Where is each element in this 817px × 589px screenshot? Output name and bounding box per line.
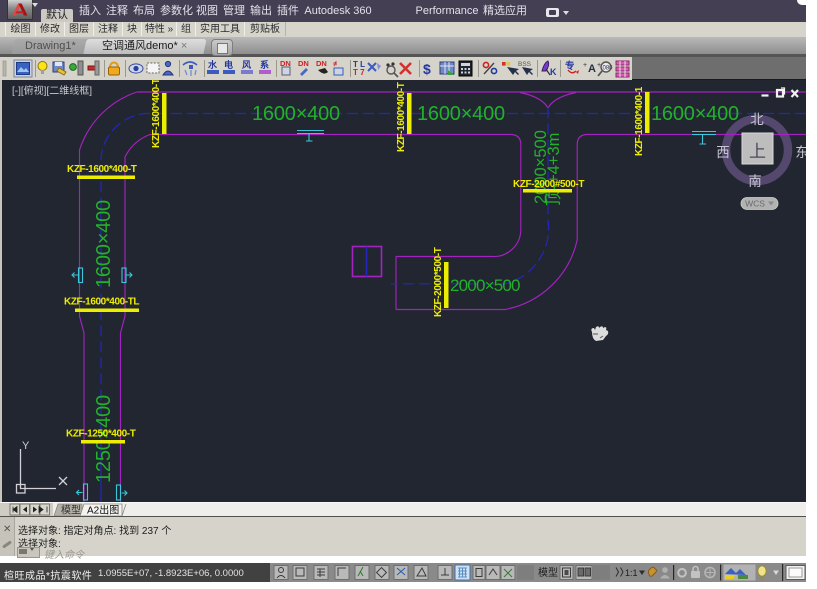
svg-text:K: K xyxy=(550,67,557,77)
svg-text:A: A xyxy=(588,63,596,75)
svg-text:+: + xyxy=(583,62,587,69)
svg-text:2000×500: 2000×500 xyxy=(450,276,520,295)
svg-text:Y: Y xyxy=(22,440,30,452)
svg-text:1:1: 1:1 xyxy=(625,568,638,578)
svg-text:KZF-1600*400-T: KZF-1600*400-T xyxy=(151,80,162,148)
svg-text:上: 上 xyxy=(749,142,766,161)
svg-text:≢: ≢ xyxy=(333,59,341,68)
svg-text:A2出图: A2出图 xyxy=(87,504,119,517)
svg-text:KZF-1600*400-TL: KZF-1600*400-TL xyxy=(64,297,139,308)
svg-text:KZF-1600*400-1: KZF-1600*400-1 xyxy=(634,86,645,156)
svg-text:模型: 模型 xyxy=(538,566,558,579)
svg-text:DN: DN xyxy=(316,59,327,68)
svg-text:1600×400: 1600×400 xyxy=(93,200,115,288)
svg-text:KZF-1600*400-T: KZF-1600*400-T xyxy=(396,82,407,152)
svg-text:T 7: T 7 xyxy=(353,68,365,77)
svg-text:080: 080 xyxy=(603,66,614,72)
svg-text:$: $ xyxy=(423,61,431,77)
svg-text:WCS: WCS xyxy=(745,199,765,209)
svg-text:KZF-2000*500-T: KZF-2000*500-T xyxy=(433,247,444,317)
svg-text:KZF-1600*400-T: KZF-1600*400-T xyxy=(67,164,137,175)
svg-text:1600×400: 1600×400 xyxy=(252,103,340,125)
svg-text:BSS: BSS xyxy=(518,61,532,68)
svg-text:东: 东 xyxy=(795,145,806,160)
svg-text:模型: 模型 xyxy=(61,504,81,517)
svg-text:系: 系 xyxy=(260,59,269,70)
svg-text:北: 北 xyxy=(750,112,764,127)
svg-text:[-][俯视][二维线框]: [-][俯视][二维线框] xyxy=(12,84,92,97)
svg-text:1600×400: 1600×400 xyxy=(651,103,739,125)
svg-text:电: 电 xyxy=(224,59,233,70)
svg-text:西: 西 xyxy=(716,145,730,160)
svg-text:专: 专 xyxy=(565,60,575,72)
svg-text:DN: DN xyxy=(298,59,309,68)
svg-text:KZF-2000#500-T: KZF-2000#500-T xyxy=(513,179,584,190)
svg-text:风: 风 xyxy=(242,60,251,70)
svg-text:顶-+4+3m: 顶-+4+3m xyxy=(545,133,563,206)
svg-text:水: 水 xyxy=(208,59,218,70)
svg-text:KZF-1250*400-T: KZF-1250*400-T xyxy=(66,429,136,440)
svg-text:1600×400: 1600×400 xyxy=(417,103,505,125)
svg-text:南: 南 xyxy=(748,174,762,189)
